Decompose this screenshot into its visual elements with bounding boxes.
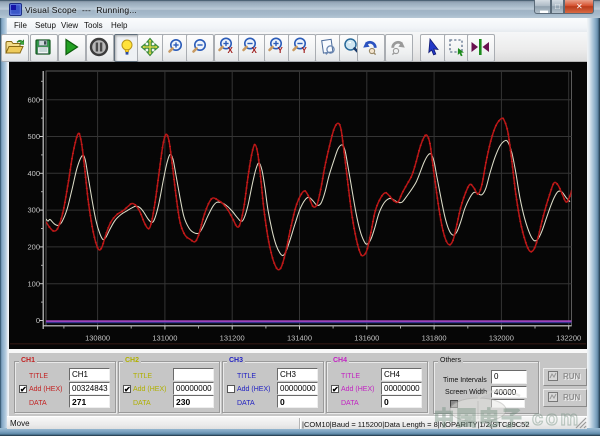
svg-text:中国电子.com: 中国电子.com <box>434 406 581 430</box>
